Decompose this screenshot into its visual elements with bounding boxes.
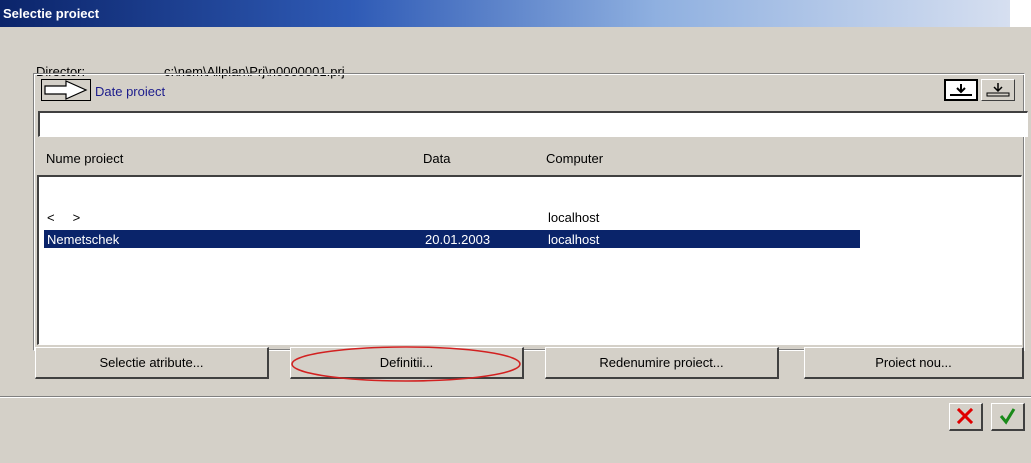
list-item[interactable]: < > localhost (44, 208, 860, 226)
cancel-x-icon (956, 407, 974, 425)
arrow-right-outline-icon[interactable] (41, 79, 91, 101)
column-header-date[interactable]: Data (423, 151, 450, 166)
filter-input[interactable] (38, 111, 1028, 137)
new-project-button[interactable]: Proiect nou... (804, 347, 1024, 379)
project-name: Nemetschek (47, 232, 120, 247)
definitions-button[interactable]: Definitii... (290, 347, 524, 379)
checkmark-icon (999, 408, 1016, 425)
select-attributes-button[interactable]: Selectie atribute... (35, 347, 269, 379)
project-date: 20.01.2003 (425, 232, 491, 247)
list-item-selected[interactable]: Nemetschek 20.01.2003 localhost (44, 230, 860, 248)
ok-button[interactable] (991, 403, 1025, 431)
project-computer: localhost (548, 210, 600, 225)
rename-project-button[interactable]: Redenumire proiect... (545, 347, 779, 379)
download-button-2[interactable] (981, 79, 1015, 101)
download-button-1[interactable] (944, 79, 978, 101)
column-header-name[interactable]: Nume proiect (46, 151, 123, 166)
title-bar: Selectie proiect (0, 0, 1010, 27)
project-name: < > (47, 210, 81, 225)
download-icon (986, 83, 1010, 97)
date-proiect-link[interactable]: Date proiect (95, 84, 165, 99)
bottom-separator (0, 396, 1031, 398)
column-header-computer[interactable]: Computer (546, 151, 603, 166)
cancel-button[interactable] (949, 403, 983, 431)
project-computer: localhost (548, 232, 600, 247)
download-icon (950, 84, 972, 96)
project-list[interactable]: < > localhost Nemetschek 20.01.2003 loca… (37, 175, 1022, 345)
window-title: Selectie proiect (3, 6, 100, 21)
